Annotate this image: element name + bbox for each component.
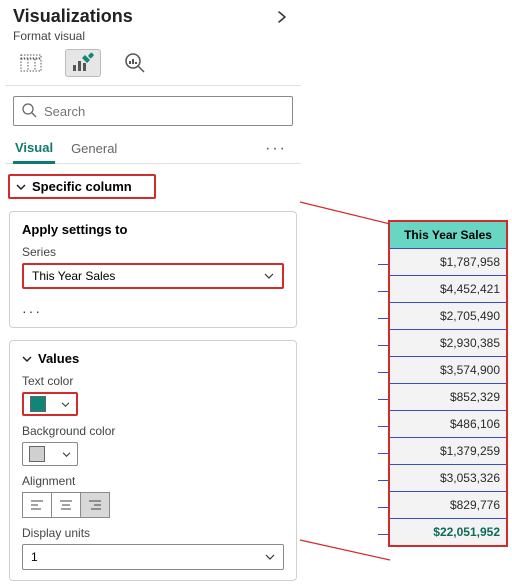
callout-lines [0, 0, 512, 588]
